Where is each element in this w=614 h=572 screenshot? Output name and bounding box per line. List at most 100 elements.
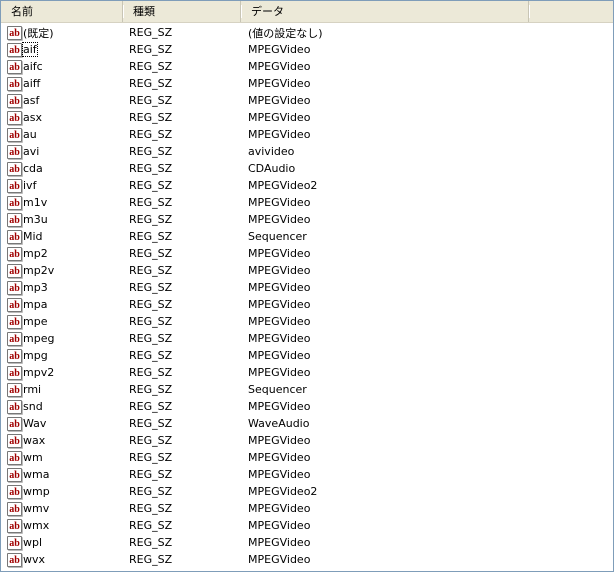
value-name-cell: ab aif <box>1 42 123 57</box>
value-name: aiff <box>23 77 41 90</box>
value-name: cda <box>23 162 43 175</box>
table-row[interactable]: ab wma REG_SZ MPEGVideo <box>1 466 613 483</box>
string-value-icon: ab <box>7 314 22 329</box>
value-name-cell: ab m1v <box>1 195 123 210</box>
value-name-cell: ab mpa <box>1 297 123 312</box>
string-value-icon: ab <box>7 161 22 176</box>
string-value-icon: ab <box>7 93 22 108</box>
value-name-cell: ab wvx <box>1 552 123 567</box>
table-row[interactable]: ab mpa REG_SZ MPEGVideo <box>1 296 613 313</box>
value-name-cell: ab aiff <box>1 76 123 91</box>
string-value-icon: ab <box>7 42 22 57</box>
table-row[interactable]: ab wmp REG_SZ MPEGVideo2 <box>1 483 613 500</box>
string-value-icon: ab <box>7 399 22 414</box>
table-row[interactable]: ab au REG_SZ MPEGVideo <box>1 126 613 143</box>
value-type: REG_SZ <box>129 451 173 464</box>
value-type: REG_SZ <box>129 519 173 532</box>
value-type: REG_SZ <box>129 383 173 396</box>
value-data: (値の設定なし) <box>248 26 323 40</box>
string-value-icon: ab <box>7 229 22 244</box>
table-row[interactable]: ab Mid REG_SZ Sequencer <box>1 228 613 245</box>
table-row[interactable]: ab snd REG_SZ MPEGVideo <box>1 398 613 415</box>
table-row[interactable]: ab aifc REG_SZ MPEGVideo <box>1 58 613 75</box>
table-row[interactable]: ab rmi REG_SZ Sequencer <box>1 381 613 398</box>
value-name-cell: ab snd <box>1 399 123 414</box>
column-header-name[interactable]: 名前 <box>1 1 124 22</box>
value-data: MPEGVideo <box>248 43 311 56</box>
table-row[interactable]: ab wmv REG_SZ MPEGVideo <box>1 500 613 517</box>
table-row[interactable]: ab mpeg REG_SZ MPEGVideo <box>1 330 613 347</box>
table-row[interactable]: ab wmx REG_SZ MPEGVideo <box>1 517 613 534</box>
string-value-icon: ab <box>7 280 22 295</box>
column-header-type[interactable]: 種類 <box>123 1 242 22</box>
column-header-data[interactable]: データ <box>241 1 530 22</box>
value-data: MPEGVideo <box>248 553 311 566</box>
value-name: avi <box>23 145 40 158</box>
table-row[interactable]: ab mpg REG_SZ MPEGVideo <box>1 347 613 364</box>
table-row[interactable]: ab wvx REG_SZ MPEGVideo <box>1 551 613 568</box>
value-name-cell: ab wax <box>1 433 123 448</box>
string-value-icon: ab <box>7 382 22 397</box>
table-row[interactable]: ab cda REG_SZ CDAudio <box>1 160 613 177</box>
value-name-cell: ab (既定) <box>1 25 123 41</box>
value-type: REG_SZ <box>129 281 173 294</box>
value-data: MPEGVideo2 <box>248 485 318 498</box>
string-value-icon: ab <box>7 59 22 74</box>
value-name-cell: ab asx <box>1 110 123 125</box>
value-type: REG_SZ <box>129 43 173 56</box>
value-name: wpl <box>23 536 43 549</box>
value-name: asx <box>23 111 42 124</box>
value-type: REG_SZ <box>129 349 173 362</box>
table-row[interactable]: ab mp2 REG_SZ MPEGVideo <box>1 245 613 262</box>
value-data: MPEGVideo <box>248 94 311 107</box>
table-row[interactable]: ab aiff REG_SZ MPEGVideo <box>1 75 613 92</box>
value-type: REG_SZ <box>129 77 173 90</box>
value-type: REG_SZ <box>129 400 173 413</box>
string-value-icon: ab <box>7 365 22 380</box>
table-row[interactable]: ab mpv2 REG_SZ MPEGVideo <box>1 364 613 381</box>
value-name: Wav <box>23 417 47 430</box>
table-row[interactable]: ab m1v REG_SZ MPEGVideo <box>1 194 613 211</box>
value-name-cell: ab ivf <box>1 178 123 193</box>
value-type: REG_SZ <box>129 332 173 345</box>
value-data: MPEGVideo <box>248 519 311 532</box>
value-name: mpe <box>23 315 48 328</box>
table-row[interactable]: ab wm REG_SZ MPEGVideo <box>1 449 613 466</box>
value-name-cell: ab mpe <box>1 314 123 329</box>
table-row[interactable]: ab wpl REG_SZ MPEGVideo <box>1 534 613 551</box>
table-row[interactable]: ab mpe REG_SZ MPEGVideo <box>1 313 613 330</box>
value-type: REG_SZ <box>129 162 173 175</box>
value-data: MPEGVideo <box>248 332 311 345</box>
value-type: REG_SZ <box>129 434 173 447</box>
value-type: REG_SZ <box>129 230 173 243</box>
table-row[interactable]: ab wax REG_SZ MPEGVideo <box>1 432 613 449</box>
table-row[interactable]: ab m3u REG_SZ MPEGVideo <box>1 211 613 228</box>
value-type: REG_SZ <box>129 366 173 379</box>
table-row[interactable]: ab (既定) REG_SZ (値の設定なし) <box>1 24 613 41</box>
registry-values-list[interactable]: 名前 種類 データ ab (既定) REG_SZ (値の設定なし) ab aif REG_S… <box>0 0 614 572</box>
value-data: MPEGVideo <box>248 315 311 328</box>
table-row[interactable]: ab avi REG_SZ avivideo <box>1 143 613 160</box>
table-row[interactable]: ab asf REG_SZ MPEGVideo <box>1 92 613 109</box>
value-data: MPEGVideo2 <box>248 179 318 192</box>
table-row[interactable]: ab Wav REG_SZ WaveAudio <box>1 415 613 432</box>
string-value-icon: ab <box>7 195 22 210</box>
table-row[interactable]: ab ivf REG_SZ MPEGVideo2 <box>1 177 613 194</box>
table-row[interactable]: ab mp2v REG_SZ MPEGVideo <box>1 262 613 279</box>
value-data: MPEGVideo <box>248 366 311 379</box>
table-row[interactable]: ab asx REG_SZ MPEGVideo <box>1 109 613 126</box>
value-name-cell: ab aifc <box>1 59 123 74</box>
table-row[interactable]: ab mp3 REG_SZ MPEGVideo <box>1 279 613 296</box>
string-value-icon: ab <box>7 178 22 193</box>
value-type: REG_SZ <box>129 128 173 141</box>
value-name-cell: ab au <box>1 127 123 142</box>
value-type: REG_SZ <box>129 213 173 226</box>
value-name: mp2 <box>23 247 48 260</box>
value-data: MPEGVideo <box>248 111 311 124</box>
value-name-cell: ab wm <box>1 450 123 465</box>
value-name: mp2v <box>23 264 55 277</box>
table-row[interactable]: ab aif REG_SZ MPEGVideo <box>1 41 613 58</box>
value-name-cell: ab wma <box>1 467 123 482</box>
value-data: MPEGVideo <box>248 247 311 260</box>
value-data: MPEGVideo <box>248 196 311 209</box>
